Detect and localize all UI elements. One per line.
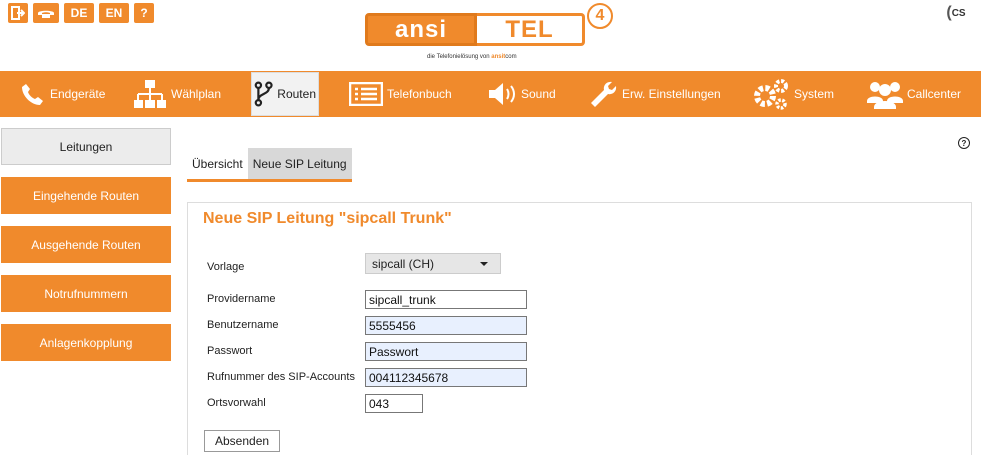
nav-item-system[interactable]: System xyxy=(750,71,865,117)
sidebar-item-ausgehende-routen[interactable]: Ausgehende Routen xyxy=(1,226,171,263)
ortsvorwahl-label: Ortsvorwahl xyxy=(207,397,266,409)
cs-status-icon[interactable]: (CS xyxy=(945,2,967,24)
logo-left: ansi xyxy=(365,13,477,46)
chevron-down-icon xyxy=(480,261,488,266)
group-icon xyxy=(867,82,903,109)
sub-tabs: Übersicht Neue SIP Leitung xyxy=(187,148,352,182)
help-icon[interactable]: ? xyxy=(958,137,970,149)
vorlage-value: sipcall (CH) xyxy=(372,256,435,271)
nav-label: Routen xyxy=(277,87,316,101)
phone-icon[interactable] xyxy=(33,3,59,23)
providername-label: Providername xyxy=(207,293,276,305)
main-navigation: Endgeräte Wählplan Routen Telefonbuch So… xyxy=(0,71,981,117)
speaker-icon xyxy=(489,83,515,105)
cs-badge: CS xyxy=(951,7,966,19)
sip-form-panel: Neue SIP Leitung "sipcall Trunk" Vorlage… xyxy=(187,202,972,455)
sidebar-item-anlagenkopplung[interactable]: Anlagenkopplung xyxy=(1,324,171,361)
sidebar-item-eingehende-routen[interactable]: Eingehende Routen xyxy=(1,177,171,214)
top-toolbar: DE EN ? xyxy=(8,3,154,23)
benutzername-label: Benutzername xyxy=(207,319,279,331)
nav-item-callcenter[interactable]: Callcenter xyxy=(865,71,981,117)
nav-item-sound[interactable]: Sound xyxy=(485,71,586,117)
logout-icon[interactable] xyxy=(8,3,28,23)
nav-label: Erw. Einstellungen xyxy=(622,87,721,101)
logo-tagline-text: die Telefonielösung von xyxy=(427,54,490,60)
nav-item-routen[interactable]: Routen xyxy=(251,72,319,116)
form-title: Neue SIP Leitung "sipcall Trunk" xyxy=(203,210,452,227)
nav-item-erw-einstellungen[interactable]: Erw. Einstellungen xyxy=(586,71,750,117)
rufnummer-input[interactable] xyxy=(365,368,527,387)
nav-label: System xyxy=(794,87,835,101)
logo-number: 4 xyxy=(587,3,613,29)
wrench-icon xyxy=(591,81,617,107)
nav-label: Endgeräte xyxy=(50,87,106,101)
logo-tagline-brand: ansit xyxy=(491,54,506,60)
benutzername-input[interactable] xyxy=(365,316,527,335)
sidebar-item-leitungen[interactable]: Leitungen xyxy=(1,128,171,165)
logo-right: TEL xyxy=(477,13,585,46)
nav-item-telefonbuch[interactable]: Telefonbuch xyxy=(347,71,485,117)
help-icon[interactable]: ? xyxy=(134,3,154,23)
nav-item-waehlplan[interactable]: Wählplan xyxy=(131,71,251,117)
nav-label: Sound xyxy=(521,87,556,101)
nav-label: Telefonbuch xyxy=(387,87,452,101)
submit-button[interactable]: Absenden xyxy=(204,430,281,452)
sidebar-item-notrufnummern[interactable]: Notrufnummern xyxy=(1,275,171,312)
logo-tagline: die Telefonielösung von ansitcom xyxy=(427,54,517,60)
passwort-input[interactable] xyxy=(365,342,527,361)
phone-icon xyxy=(22,84,43,105)
ortsvorwahl-input[interactable] xyxy=(365,394,423,413)
nav-label: Callcenter xyxy=(907,87,962,101)
tab-uebersicht[interactable]: Übersicht xyxy=(187,148,248,179)
route-icon xyxy=(254,81,273,107)
nav-item-endgeraete[interactable]: Endgeräte xyxy=(18,71,131,117)
providername-input[interactable] xyxy=(365,290,527,309)
hierarchy-icon xyxy=(134,80,166,108)
lang-de-button[interactable]: DE xyxy=(64,3,94,23)
tab-neue-sip-leitung[interactable]: Neue SIP Leitung xyxy=(247,148,352,179)
vorlage-select[interactable]: sipcall (CH) xyxy=(365,253,501,274)
brand-logo: ansi TEL 4 die Telefonielösung von ansit… xyxy=(365,3,620,65)
nav-label: Wählplan xyxy=(171,87,222,101)
vorlage-label: Vorlage xyxy=(207,261,245,273)
phonebook-icon xyxy=(349,82,383,106)
rufnummer-label: Rufnummer des SIP-Accounts xyxy=(207,371,355,383)
logo-tagline-suffix: com xyxy=(505,54,517,60)
lang-en-button[interactable]: EN xyxy=(99,3,129,23)
gears-icon xyxy=(754,79,788,110)
passwort-label: Passwort xyxy=(207,345,253,357)
